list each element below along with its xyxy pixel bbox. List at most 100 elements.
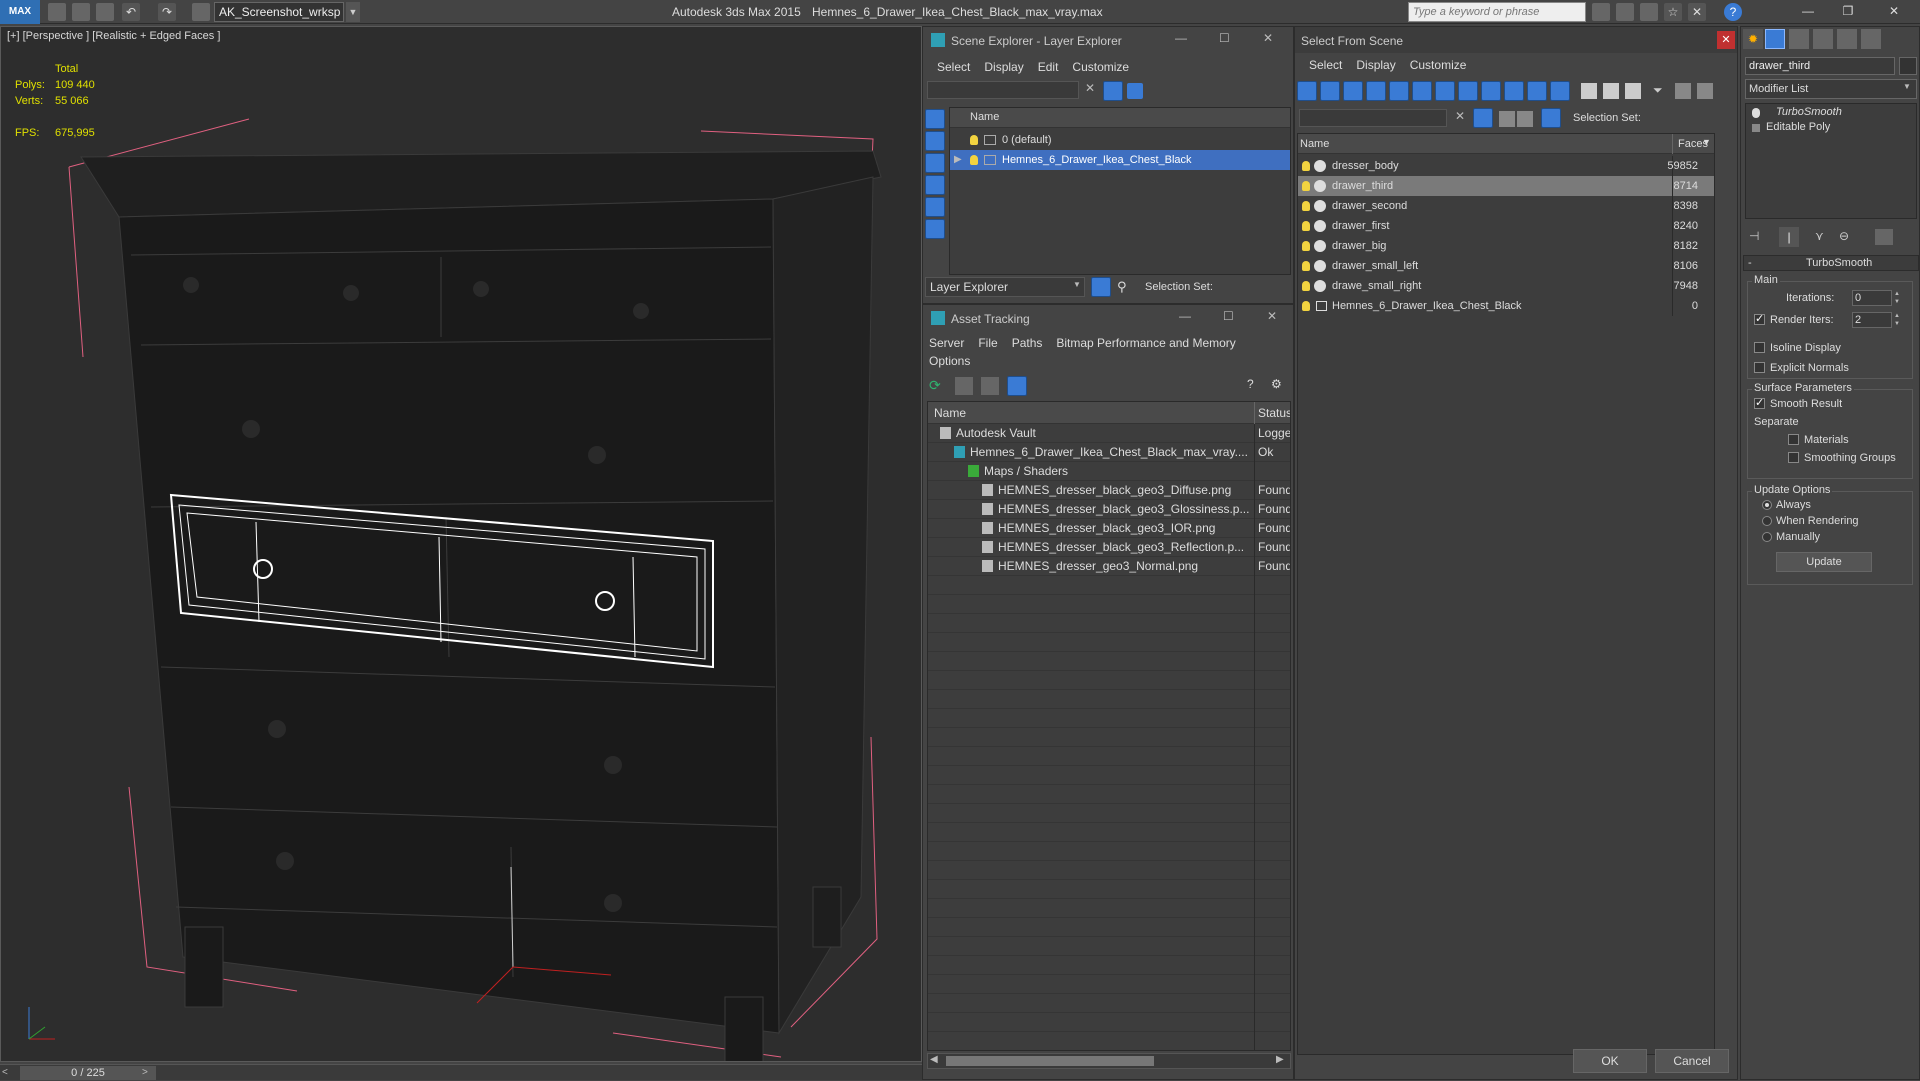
motion-tab-icon[interactable] — [1813, 29, 1833, 49]
table-view-icon[interactable] — [1007, 376, 1027, 396]
menu-display[interactable]: Display — [984, 60, 1023, 74]
filter-frozen-icon[interactable] — [1527, 81, 1547, 101]
smoothing-groups-checkbox[interactable] — [1788, 452, 1799, 463]
asset-row[interactable]: Maps / Shaders — [928, 462, 1290, 481]
menu-bitmap-performance[interactable]: Bitmap Performance and Memory — [1056, 336, 1235, 350]
menu-customize[interactable]: Customize — [1410, 58, 1467, 72]
menu-server[interactable]: Server — [929, 336, 964, 350]
name-column-header[interactable]: Name — [1300, 138, 1329, 150]
object-row[interactable]: drawer_second 8398 — [1298, 196, 1714, 216]
filter-icon[interactable] — [1103, 81, 1123, 101]
render-iters-checkbox[interactable] — [1754, 312, 1765, 325]
list-icon[interactable] — [955, 377, 973, 395]
close-icon[interactable]: ✕ — [1263, 31, 1273, 45]
asset-row[interactable]: HEMNES_dresser_black_geo3_Glossiness.p..… — [928, 500, 1290, 519]
show-end-result-icon[interactable]: | — [1779, 227, 1799, 247]
redo-icon[interactable]: ↷ — [158, 3, 176, 21]
close-icon[interactable]: ✕ — [1267, 309, 1277, 323]
exchange-icon[interactable] — [1640, 3, 1658, 21]
display-none-icon[interactable] — [1603, 83, 1619, 99]
chest-model[interactable] — [1, 27, 922, 1062]
filter-geometry-icon[interactable] — [1297, 81, 1317, 101]
filter-hidden-icon[interactable] — [1550, 81, 1570, 101]
display-all-icon[interactable] — [1581, 83, 1597, 99]
always-radio[interactable] — [1762, 500, 1772, 510]
sort-descending-icon[interactable]: ▼ — [1702, 137, 1711, 147]
undo-icon[interactable]: ↶ — [122, 3, 140, 21]
object-row[interactable]: Hemnes_6_Drawer_Ikea_Chest_Black 0 — [1298, 296, 1714, 316]
object-row[interactable]: drawer_first 8240 — [1298, 216, 1714, 236]
minimize-icon[interactable]: — — [1175, 31, 1187, 45]
menu-paths[interactable]: Paths — [1012, 336, 1043, 350]
layer-explorer-dropdown[interactable]: Layer Explorer — [925, 277, 1085, 297]
object-row[interactable]: drawer_third 8714 — [1298, 176, 1714, 196]
display-all-icon[interactable] — [925, 219, 945, 239]
x-icon[interactable]: ✕ — [1688, 3, 1706, 21]
display-invert-icon[interactable] — [1625, 83, 1641, 99]
filter-containers-icon[interactable] — [1504, 81, 1524, 101]
menu-options[interactable]: Options — [929, 354, 970, 368]
binoculars-icon[interactable] — [1592, 3, 1610, 21]
stack-item-editable-poly[interactable]: Editable Poly — [1766, 121, 1830, 133]
display-helpers-icon[interactable] — [925, 197, 945, 217]
star-icon[interactable]: ☆ — [1664, 3, 1682, 21]
create-tab-icon[interactable]: ✹ — [1743, 29, 1763, 49]
modifier-list-dropdown[interactable]: Modifier List — [1745, 79, 1917, 99]
light-bulb-icon[interactable] — [1302, 201, 1310, 211]
light-bulb-icon[interactable] — [1302, 181, 1310, 191]
save-icon[interactable] — [96, 3, 114, 21]
filter-cameras-icon[interactable] — [1366, 81, 1386, 101]
next-frame-icon[interactable]: > — [142, 1065, 156, 1081]
asset-row[interactable]: Hemnes_6_Drawer_Ikea_Chest_Black_max_vra… — [928, 443, 1290, 462]
asset-row[interactable]: HEMNES_dresser_black_geo3_Diffuse.png Fo… — [928, 481, 1290, 500]
horizontal-scrollbar[interactable]: ◀ ▶ — [927, 1053, 1291, 1069]
asset-row[interactable]: HEMNES_dresser_geo3_Normal.png Found — [928, 557, 1290, 576]
filter-spacewarps-icon[interactable] — [1412, 81, 1432, 101]
columns-icon[interactable] — [1697, 83, 1713, 99]
explicit-normals-checkbox[interactable] — [1754, 362, 1765, 373]
menu-edit[interactable]: Edit — [1038, 60, 1059, 74]
cancel-button[interactable]: Cancel — [1655, 1049, 1729, 1073]
tools-icon[interactable] — [1616, 3, 1634, 21]
layer-add-icon[interactable] — [1127, 83, 1143, 99]
minimize-window-icon[interactable]: — — [1790, 0, 1826, 24]
pin-stack-icon[interactable]: ⊣ — [1749, 229, 1765, 245]
filter-helpers-icon[interactable] — [1389, 81, 1409, 101]
remove-modifier-icon[interactable]: ⊖ — [1839, 229, 1855, 245]
help-icon[interactable]: ? — [1724, 3, 1742, 21]
status-column-header[interactable]: Status — [1258, 406, 1290, 420]
workspace-dropdown[interactable]: AK_Screenshot_wrksp — [214, 2, 344, 22]
configure-sets-icon[interactable] — [1875, 229, 1893, 245]
scene-explorer-search[interactable] — [927, 81, 1079, 99]
minimize-icon[interactable]: — — [1179, 309, 1191, 323]
sort-by-layer-icon[interactable] — [1091, 277, 1111, 297]
layer-row-selected[interactable]: ▶ Hemnes_6_Drawer_Ikea_Chest_Black — [950, 150, 1290, 170]
rollout-header[interactable]: - TurboSmooth — [1743, 255, 1919, 271]
light-bulb-icon[interactable] — [970, 155, 978, 165]
prev-frame-icon[interactable]: < — [2, 1065, 16, 1081]
app-logo[interactable]: MAX — [0, 0, 40, 24]
modifier-list-chevron-icon[interactable]: ▼ — [1903, 82, 1911, 91]
restore-window-icon[interactable]: ❐ — [1830, 0, 1866, 24]
object-name-field[interactable]: drawer_third — [1745, 57, 1895, 75]
menu-file[interactable]: File — [978, 336, 997, 350]
menu-display[interactable]: Display — [1356, 58, 1395, 72]
sort-icon[interactable] — [1675, 83, 1691, 99]
filter-bones-icon[interactable] — [1481, 81, 1501, 101]
filter-icon[interactable] — [1473, 108, 1493, 128]
render-iters-spinner-arrows[interactable]: ▲ ▼ — [1894, 312, 1904, 328]
stack-item-turbosmooth[interactable]: TurboSmooth — [1776, 106, 1842, 118]
light-bulb-icon[interactable] — [1302, 221, 1310, 231]
time-slider-thumb[interactable]: 0 / 225 — [20, 1066, 156, 1080]
light-bulb-icon[interactable] — [1302, 301, 1310, 311]
asset-row[interactable]: HEMNES_dresser_black_geo3_Reflection.p..… — [928, 538, 1290, 557]
workspace-chevron-icon[interactable]: ▼ — [346, 2, 360, 22]
filter-xrefs-icon[interactable] — [1458, 81, 1478, 101]
filter-shapes-icon[interactable] — [1320, 81, 1340, 101]
scrollbar-thumb[interactable] — [946, 1056, 1154, 1066]
manually-radio[interactable] — [1762, 532, 1772, 542]
menu-customize[interactable]: Customize — [1072, 60, 1129, 74]
render-iters-spinner[interactable]: 2 — [1852, 312, 1892, 328]
light-bulb-icon[interactable] — [970, 135, 978, 145]
object-color-swatch[interactable] — [1899, 57, 1917, 75]
